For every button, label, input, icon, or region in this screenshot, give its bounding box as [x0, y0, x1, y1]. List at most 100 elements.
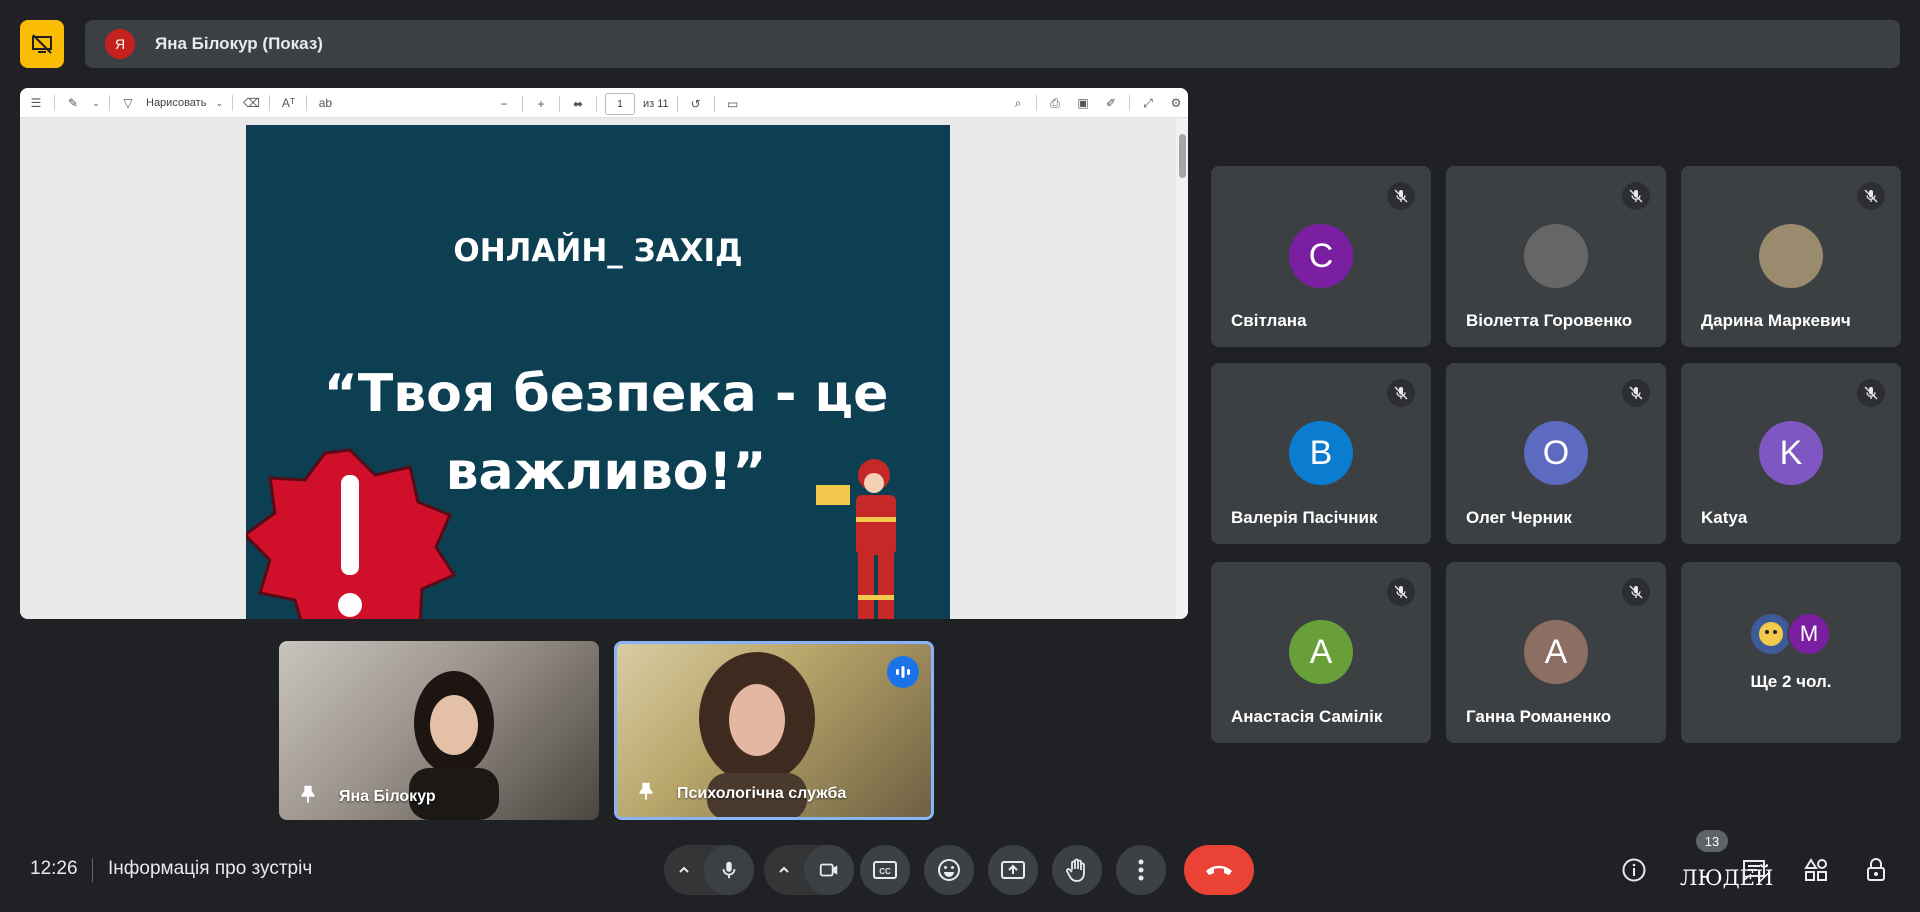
people-count-badge: 13	[1696, 830, 1728, 852]
participant-tile[interactable]: С Світлана	[1211, 166, 1431, 347]
rotate-icon[interactable]: ↺	[686, 94, 706, 114]
firefighter-illustration	[816, 459, 896, 619]
participant-tile[interactable]: О Олег Черник	[1446, 363, 1666, 544]
edit-icon[interactable]: ✐	[1101, 93, 1121, 113]
participant-name: Олег Черник	[1466, 508, 1572, 527]
participant-avatar: M	[1787, 612, 1831, 656]
pdf-toolbar: ☰ ✎ ⌄ ▽ Нарисовать ⌄ ⌫ Aᵀ ab − + ⬌ из 11…	[20, 88, 1188, 118]
present-button[interactable]	[988, 845, 1038, 895]
more-participants-tile[interactable]: M Ще 2 чол.	[1681, 562, 1901, 743]
present-icon	[1001, 861, 1025, 879]
print-icon[interactable]: ⎙	[1045, 93, 1065, 113]
tile-name: Яна Білокур	[339, 788, 436, 805]
page-total: из 11	[643, 98, 669, 110]
draw-icon[interactable]: ▽	[118, 93, 138, 113]
participant-tile[interactable]: В Валерія Пасічник	[1211, 363, 1431, 544]
info-icon	[1622, 858, 1646, 882]
zoom-out-icon[interactable]: −	[494, 94, 514, 114]
chevron-down-icon[interactable]: ⌄	[91, 93, 101, 113]
settings-icon[interactable]: ⚙	[1166, 93, 1186, 113]
lock-person-icon	[1867, 858, 1885, 881]
participant-avatar: С	[1289, 224, 1353, 288]
slide-kicker: ОНЛАЙН_ ЗАХІД	[453, 233, 743, 269]
participant-tile[interactable]: K Katya	[1681, 363, 1901, 544]
info-button[interactable]	[1616, 852, 1652, 888]
chat-button[interactable]	[1736, 852, 1772, 888]
tile-name: Психологічна служба	[677, 785, 847, 802]
pdf-scrollbar[interactable]	[1176, 118, 1188, 619]
mic-button[interactable]	[704, 845, 754, 895]
emoji-icon	[938, 859, 960, 881]
page-number-input[interactable]	[605, 93, 635, 115]
mic-off-icon	[1387, 182, 1415, 210]
chevron-down-icon[interactable]: ⌄	[214, 93, 224, 113]
save-icon[interactable]: ▣	[1073, 93, 1093, 113]
camera-button[interactable]	[804, 845, 854, 895]
participant-tile[interactable]: А Анастасія Самілік	[1211, 562, 1431, 743]
captions-icon: CC	[873, 861, 897, 879]
pin-icon[interactable]	[297, 783, 319, 810]
text-icon[interactable]: Aᵀ	[278, 93, 298, 113]
mic-off-icon	[1387, 379, 1415, 407]
participant-tile[interactable]: Дарина Маркевич	[1681, 166, 1901, 347]
reactions-button[interactable]	[924, 845, 974, 895]
host-controls-button[interactable]	[1858, 852, 1894, 888]
video-tile[interactable]: Яна Білокур	[279, 641, 599, 820]
zoom-in-icon[interactable]: +	[531, 94, 551, 114]
chat-icon	[1743, 860, 1765, 882]
two-page-icon[interactable]: ▭	[723, 94, 743, 114]
draw-label[interactable]: Нарисовать	[146, 97, 206, 109]
presentation-banner: Я Яна Білокур (Показ)	[85, 20, 1900, 68]
mic-off-icon	[1857, 379, 1885, 407]
participant-name: Анастасія Самілік	[1231, 707, 1383, 726]
presenter-avatar: Я	[105, 29, 135, 59]
more-vert-icon	[1138, 859, 1144, 881]
mic-control	[664, 845, 754, 895]
activities-icon	[1804, 858, 1827, 881]
participant-avatar: А	[1524, 620, 1588, 684]
pin-icon[interactable]	[635, 780, 657, 807]
participant-tile[interactable]: Віолетта Горовенко	[1446, 166, 1666, 347]
chevron-up-icon[interactable]	[764, 845, 804, 895]
more-options-button[interactable]	[1116, 845, 1166, 895]
highlight-icon[interactable]: ✎	[63, 93, 83, 113]
svg-text:CC: CC	[879, 867, 891, 876]
mic-off-icon	[1622, 182, 1650, 210]
fit-page-icon[interactable]: ⬌	[568, 94, 588, 114]
fullscreen-icon[interactable]: ⤢	[1138, 93, 1158, 113]
presentation-title: Яна Білокур (Показ)	[155, 34, 323, 53]
mic-off-icon	[1387, 578, 1415, 606]
participant-avatar: О	[1524, 421, 1588, 485]
mic-off-icon	[1622, 578, 1650, 606]
video-tile-active[interactable]: Психологічна служба	[614, 641, 934, 820]
participant-name: Валерія Пасічник	[1231, 508, 1378, 527]
eraser-icon[interactable]: ⌫	[241, 93, 261, 113]
chevron-up-icon[interactable]	[664, 845, 704, 895]
outline-icon[interactable]: ☰	[26, 93, 46, 113]
search-icon[interactable]: ⌕	[1008, 93, 1028, 113]
participant-tile[interactable]: А Ганна Романенко	[1446, 562, 1666, 743]
more-participants-label: Ще 2 чол.	[1750, 672, 1832, 691]
divider	[92, 858, 93, 882]
warning-badge-icon	[246, 448, 457, 619]
raise-hand-button[interactable]	[1052, 845, 1102, 895]
camera-control	[764, 845, 854, 895]
participant-avatar: В	[1289, 421, 1353, 485]
mic-off-icon	[1622, 379, 1650, 407]
slide-page: ОНЛАЙН_ ЗАХІД “Твоя безпека - це важливо…	[246, 125, 950, 619]
hand-icon	[1066, 858, 1085, 882]
meeting-time: 12:26	[30, 858, 78, 879]
captions-button[interactable]: CC	[860, 845, 910, 895]
participant-avatar: А	[1289, 620, 1353, 684]
pdf-viewer: ☰ ✎ ⌄ ▽ Нарисовать ⌄ ⌫ Aᵀ ab − + ⬌ из 11…	[20, 88, 1188, 619]
participant-name: Ганна Романенко	[1466, 707, 1612, 726]
phone-hangup-icon	[1206, 865, 1232, 875]
participant-name: Дарина Маркевич	[1701, 311, 1851, 330]
end-call-button[interactable]	[1184, 845, 1254, 895]
activities-button[interactable]	[1798, 852, 1834, 888]
speaking-indicator-icon	[887, 656, 919, 688]
participant-name: Світлана	[1231, 311, 1307, 330]
meeting-info-link[interactable]: Інформація про зустріч	[108, 858, 312, 880]
text-style-icon[interactable]: ab	[315, 93, 335, 113]
presentation-icon[interactable]	[20, 20, 64, 68]
